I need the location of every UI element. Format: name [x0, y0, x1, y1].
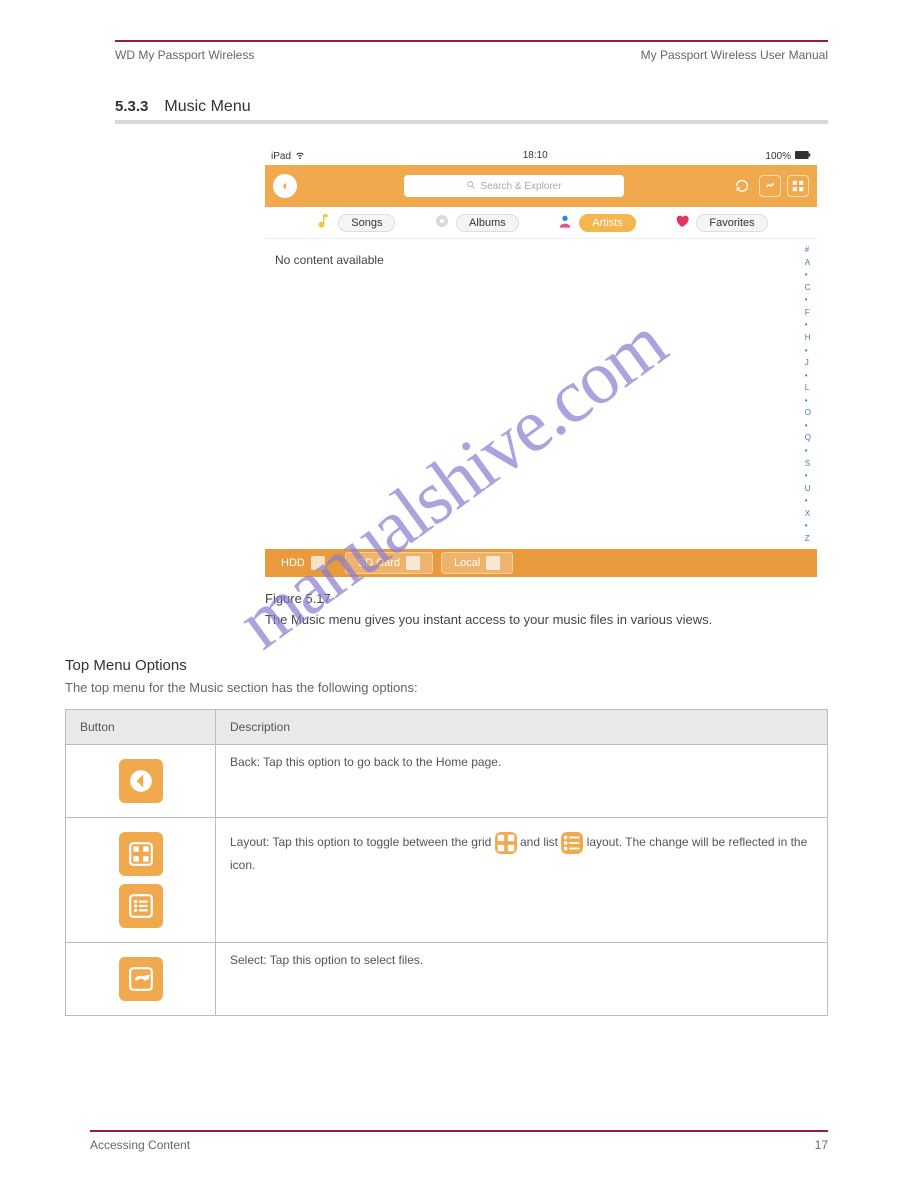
storage-hdd[interactable]: HDD — [269, 552, 337, 574]
cd-icon — [434, 213, 450, 232]
search-input[interactable]: Search & Explorer — [404, 175, 624, 197]
wifi-icon — [295, 150, 305, 163]
th-button: Button — [66, 710, 216, 745]
filter-row: Songs Albums Artists — [265, 207, 817, 239]
row-desc: Select: Tap this option to select files. — [216, 943, 828, 1016]
heart-icon — [674, 213, 690, 232]
music-note-icon — [314, 212, 332, 233]
row-desc: Layout: Tap this option to toggle betwee… — [216, 818, 828, 943]
artist-icon — [557, 213, 573, 232]
battery-pct: 100% — [765, 151, 791, 162]
hdd-icon — [311, 556, 325, 570]
status-bar: iPad 18:10 100% — [265, 148, 817, 165]
select-button-icon — [119, 957, 163, 1001]
storage-sd[interactable]: SD Card — [345, 552, 433, 574]
tab-albums[interactable]: Albums — [456, 214, 519, 232]
section-number: 5.3.3 — [115, 98, 148, 115]
table-row: Layout: Tap this option to toggle betwee… — [66, 818, 828, 943]
row-desc: Back: Tap this option to go back to the … — [216, 745, 828, 818]
storage-bar: HDD SD Card Local — [265, 549, 817, 577]
sd-card-icon — [406, 556, 420, 570]
tab-favorites[interactable]: Favorites — [696, 214, 767, 232]
list-inline-icon — [561, 832, 583, 854]
alpha-index[interactable]: # A • C • F • H • J • L • O • Q • — [805, 245, 811, 543]
share-icon[interactable] — [759, 175, 781, 197]
battery-icon — [795, 151, 811, 162]
section-title: Music Menu — [164, 98, 828, 116]
tab-songs[interactable]: Songs — [338, 214, 395, 232]
manual-title: My Passport Wireless User Manual — [641, 48, 828, 62]
search-placeholder: Search & Explorer — [480, 181, 561, 192]
footer-section: Accessing Content — [90, 1138, 190, 1152]
grid-inline-icon — [495, 832, 517, 854]
table-row: Back: Tap this option to go back to the … — [66, 745, 828, 818]
figure-number: Figure 5.17 — [265, 591, 828, 606]
storage-local[interactable]: Local — [441, 552, 513, 574]
search-icon — [466, 180, 476, 193]
back-button-icon — [119, 759, 163, 803]
figure-caption: The Music menu gives you instant access … — [265, 612, 828, 627]
subsection-heading: Top Menu Options — [65, 657, 828, 674]
phone-icon — [486, 556, 500, 570]
th-description: Description — [216, 710, 828, 745]
options-table: Button Description Back: Tap this option… — [65, 709, 828, 1016]
layout-grid-icon[interactable] — [787, 175, 809, 197]
refresh-icon[interactable] — [731, 175, 753, 197]
app-header: Search & Explorer — [265, 165, 817, 207]
subsection-body: The top menu for the Music section has t… — [65, 680, 828, 695]
layout-grid-button-icon — [119, 832, 163, 876]
status-time: 18:10 — [523, 150, 548, 163]
carrier-label: iPad — [271, 151, 291, 162]
tab-artists[interactable]: Artists — [579, 214, 636, 232]
page-number: 17 — [815, 1138, 828, 1152]
table-header-row: Button Description — [66, 710, 828, 745]
back-icon[interactable] — [273, 174, 297, 198]
table-row: Select: Tap this option to select files. — [66, 943, 828, 1016]
product-name: WD My Passport Wireless — [115, 48, 254, 62]
no-content-message: No content available — [265, 239, 817, 281]
layout-list-button-icon — [119, 884, 163, 928]
figure-screenshot: iPad 18:10 100% — [265, 148, 828, 627]
